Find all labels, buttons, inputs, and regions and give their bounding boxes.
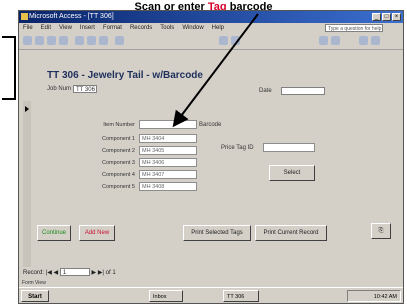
toolbar <box>19 33 403 50</box>
title-bar: Microsoft Access - [TT 306] _ □ × <box>19 11 403 23</box>
minimize-icon[interactable]: _ <box>372 13 381 21</box>
continue-button[interactable]: Continue <box>37 225 71 241</box>
help-icon[interactable] <box>371 36 380 45</box>
menu-item[interactable]: Window <box>182 23 203 33</box>
taskbar: Start Inbox TT 306 10:42 AM <box>19 287 403 303</box>
preview-icon[interactable] <box>59 36 68 45</box>
window-controls: _ □ × <box>372 13 401 21</box>
record-count: of 1 <box>105 270 116 276</box>
maximize-icon[interactable]: □ <box>382 13 391 21</box>
job-number-field[interactable]: TT 306 <box>73 85 97 93</box>
form-header: TT 306 - Jewelry Tail - w/Barcode Job Nu… <box>23 61 399 102</box>
menu-item[interactable]: Tools <box>160 23 174 33</box>
paste-icon[interactable] <box>99 36 108 45</box>
form-detail: Item Number Barcode Component 1 MH 3404 … <box>31 101 399 267</box>
job-label: Job Num <box>47 86 72 92</box>
menu-item[interactable]: File <box>23 23 33 33</box>
component-field[interactable]: MH 3405 <box>139 146 197 155</box>
menu-item[interactable]: Edit <box>41 23 51 33</box>
taskbar-item[interactable]: Inbox <box>149 290 183 302</box>
date-field[interactable] <box>281 87 325 95</box>
select-button[interactable]: Select <box>269 165 315 181</box>
copy-icon[interactable] <box>87 36 96 45</box>
last-record-icon[interactable]: ▶| <box>98 270 104 276</box>
record-number-input[interactable]: 1 <box>59 268 90 277</box>
component-field[interactable]: MH 3404 <box>139 134 197 143</box>
help-search-input[interactable]: Type a question for help <box>325 24 383 32</box>
view-icon[interactable] <box>23 36 32 45</box>
print-current-record-button[interactable]: Print Current Record <box>255 225 327 241</box>
print-selected-tags-button[interactable]: Print Selected Tags <box>183 225 251 241</box>
previous-record-icon[interactable]: ◀ <box>54 270 59 276</box>
print-icon[interactable] <box>47 36 56 45</box>
database-window-icon[interactable] <box>359 36 368 45</box>
menu-item[interactable]: View <box>59 23 72 33</box>
component-label: Component 2 <box>101 148 135 154</box>
undo-icon[interactable] <box>115 36 124 45</box>
system-tray-clock: 10:42 AM <box>347 290 401 302</box>
component-field[interactable]: MH 3406 <box>139 158 197 167</box>
menu-item[interactable]: Insert <box>80 23 95 33</box>
record-navigation: Record: |◀ ◀ 1 ▶ ▶| of 1 <box>23 267 399 279</box>
date-label: Date <box>259 88 272 94</box>
barcode-hint: Barcode <box>199 122 222 128</box>
new-record-icon[interactable] <box>319 36 328 45</box>
barcode-label: Item Number <box>103 122 135 128</box>
current-record-icon <box>25 106 29 112</box>
close-door-icon: ⎘ <box>378 228 384 234</box>
callout-bracket <box>2 36 16 100</box>
application-screen: Microsoft Access - [TT 306] _ □ × File Ed… <box>18 10 404 304</box>
sort-icon[interactable] <box>219 36 228 45</box>
component-field[interactable]: MH 3408 <box>139 182 197 191</box>
component-label: Component 1 <box>101 136 135 142</box>
component-field[interactable]: MH 3407 <box>139 170 197 179</box>
barcode-input[interactable] <box>139 120 197 129</box>
status-bar: Form View <box>22 280 46 286</box>
delete-record-icon[interactable] <box>331 36 340 45</box>
menu-item[interactable]: Format <box>103 23 122 33</box>
form-title: TT 306 - Jewelry Tail - w/Barcode <box>47 70 203 81</box>
save-icon[interactable] <box>35 36 44 45</box>
menu-item[interactable]: Help <box>212 23 224 33</box>
cut-icon[interactable] <box>75 36 84 45</box>
component-label: Component 4 <box>101 172 135 178</box>
first-record-icon[interactable]: |◀ <box>46 270 52 276</box>
add-new-button[interactable]: Add New <box>79 225 115 241</box>
filter-icon[interactable] <box>231 36 240 45</box>
component-label: Component 5 <box>101 184 135 190</box>
window-title: Microsoft Access - [TT 306] <box>29 13 114 20</box>
menu-item[interactable]: Records <box>130 23 152 33</box>
next-record-icon[interactable]: ▶ <box>92 270 97 276</box>
record-label: Record: <box>23 270 45 276</box>
price-tag-field[interactable] <box>263 143 315 152</box>
close-icon[interactable]: × <box>392 13 401 21</box>
price-tag-label: Price Tag ID <box>221 145 254 151</box>
access-app-icon <box>21 13 28 20</box>
taskbar-item[interactable]: TT 306 <box>223 290 259 302</box>
close-form-button[interactable]: ⎘ <box>371 223 391 239</box>
start-button[interactable]: Start <box>21 290 49 302</box>
component-label: Component 3 <box>101 160 135 166</box>
